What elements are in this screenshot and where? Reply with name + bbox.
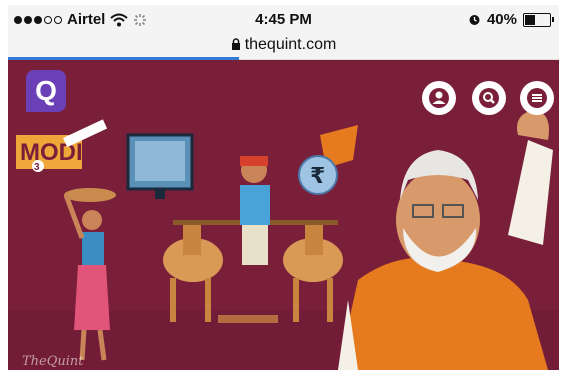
url-bar[interactable]: thequint.com <box>8 33 559 60</box>
battery-icon <box>523 12 554 27</box>
lock-icon <box>231 38 240 50</box>
watermark: TheQuint <box>22 354 84 369</box>
search-icon <box>479 88 499 108</box>
badge-number: 3 <box>34 162 40 173</box>
battery-fill <box>525 14 536 25</box>
status-bar: Airtel 4:45 PM 40% <box>8 5 559 33</box>
menu-icon <box>527 88 547 108</box>
search-button[interactable] <box>472 81 506 115</box>
phone-screen: Airtel 4:45 PM 40% thequint.com MODI 3 ₹… <box>8 5 559 370</box>
computer-monitor-illustration <box>126 133 194 199</box>
user-button[interactable] <box>422 81 456 115</box>
quint-logo-icon[interactable]: Q <box>26 70 66 112</box>
menu-button[interactable] <box>520 81 554 115</box>
alarm-icon <box>469 15 480 25</box>
user-icon <box>429 88 449 108</box>
status-right: 40% <box>468 11 554 28</box>
battery-percent: 40% <box>486 11 517 28</box>
rupee-symbol: ₹ <box>310 164 325 189</box>
url-domain: thequint.com <box>244 36 337 53</box>
